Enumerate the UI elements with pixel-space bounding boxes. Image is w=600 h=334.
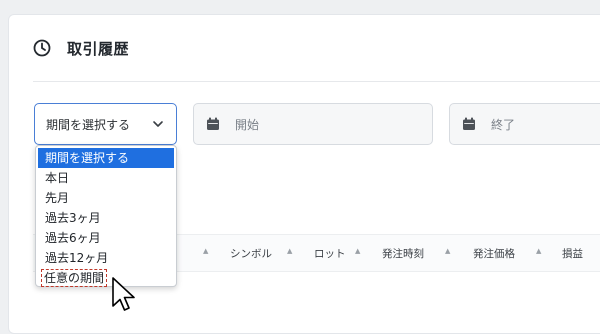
column-header-order-price[interactable]: 発注価格 [473,246,515,261]
dropdown-option-past-6-months[interactable]: 過去6ヶ月 [36,228,176,248]
column-header-lot[interactable]: ロット [314,246,346,261]
end-date-placeholder: 終了 [491,117,516,132]
mouse-pointer-icon [112,277,135,311]
card-header: 取引履歴 [9,15,600,81]
end-date-field[interactable]: 終了 [449,103,600,145]
start-date-field[interactable]: 開始 [193,103,433,145]
sort-up-icon[interactable]: ▲ [355,247,360,255]
dropdown-option-custom-period[interactable]: 任意の期間 [36,268,176,288]
calendar-icon [463,117,475,130]
sort-up-icon[interactable]: ▲ [536,247,541,255]
period-select-value: 期間を選択する [46,117,131,132]
sort-up-icon[interactable]: ▲ [287,247,292,255]
sort-up-icon[interactable]: ▲ [203,247,208,255]
dropdown-option-today[interactable]: 本日 [36,168,176,188]
column-header-order-time[interactable]: 発注時刻 [382,246,424,261]
chevron-down-icon [153,121,163,127]
column-header-symbol[interactable]: シンボル [230,246,272,261]
sort-up-icon[interactable]: ▲ [445,247,450,255]
period-select[interactable]: 期間を選択する [34,103,177,145]
dropdown-option-past-12-months[interactable]: 過去12ヶ月 [36,248,176,268]
dropdown-option-select-period[interactable]: 期間を選択する [38,148,174,168]
period-dropdown-menu: 期間を選択する 本日 先月 過去3ヶ月 過去6ヶ月 過去12ヶ月 任意の期間 [35,145,177,287]
calendar-icon [207,117,219,130]
start-date-placeholder: 開始 [235,117,260,132]
clock-icon [33,39,51,57]
highlight-dashed-box: 任意の期間 [41,269,108,287]
column-header-pnl[interactable]: 損益 [562,246,583,261]
page-title: 取引履歴 [67,39,130,58]
trade-history-card: 取引履歴 期間を選択する 開始 終了 別 ▲ シンボル ▲ ロット ▲ [8,14,600,334]
dropdown-option-past-3-months[interactable]: 過去3ヶ月 [36,208,176,228]
dropdown-option-last-month[interactable]: 先月 [36,188,176,208]
header-divider [33,81,600,82]
